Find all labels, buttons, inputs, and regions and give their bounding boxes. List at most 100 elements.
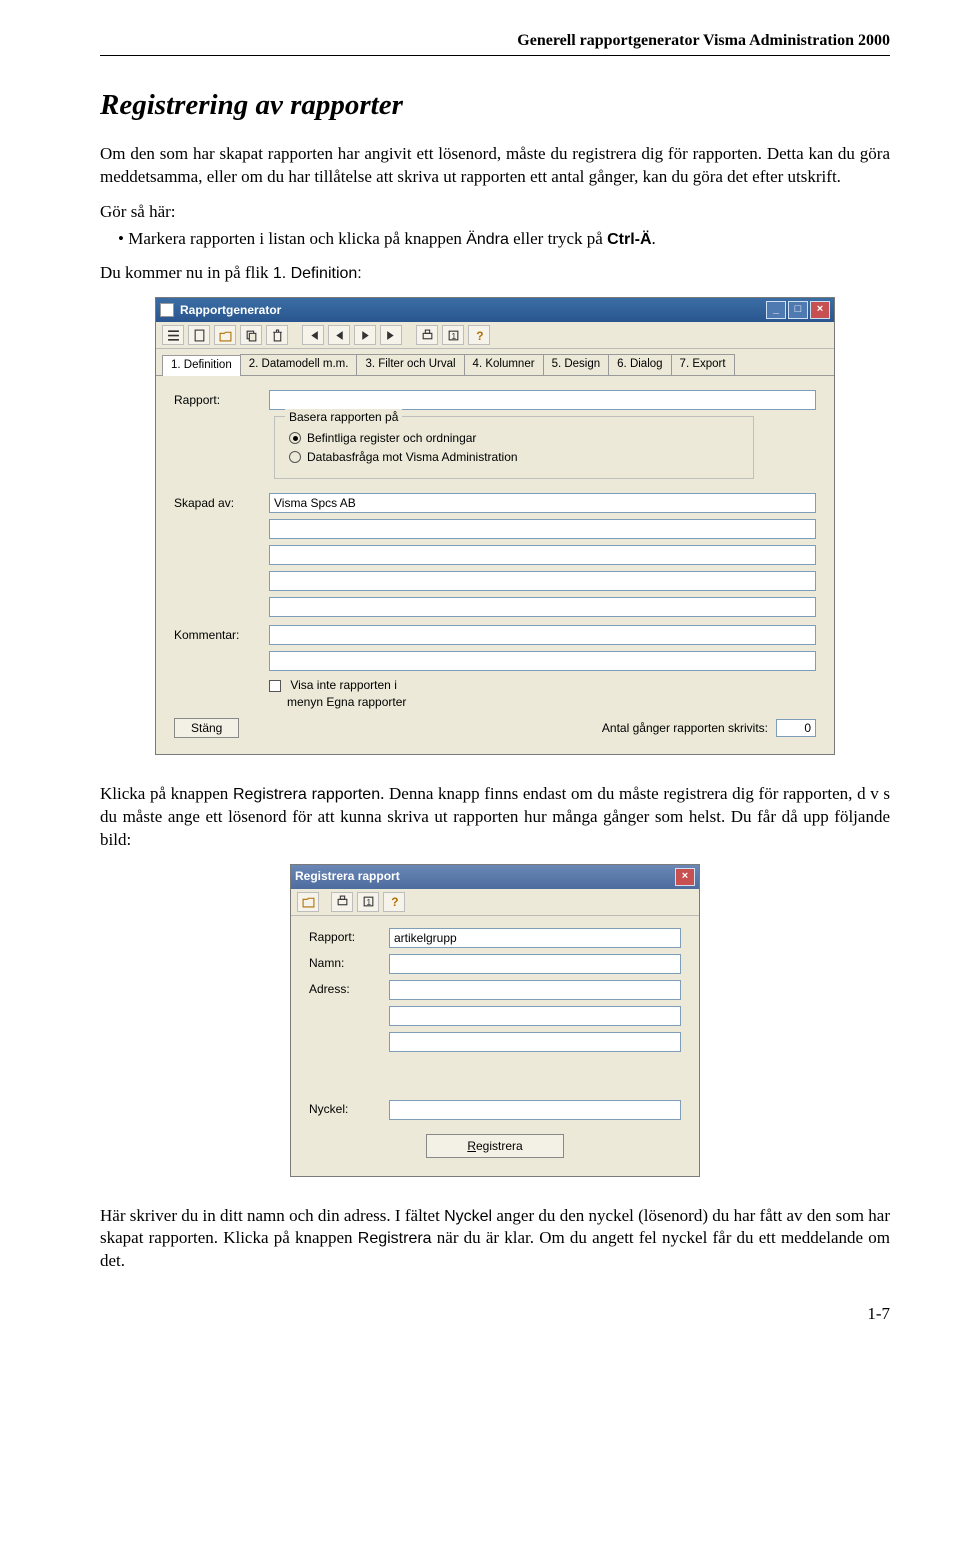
- list-icon[interactable]: [162, 325, 184, 345]
- print-icon[interactable]: [416, 325, 438, 345]
- skapad-field[interactable]: Visma Spcs AB: [269, 493, 816, 513]
- svg-text:?: ?: [476, 329, 483, 342]
- nyckel-field[interactable]: [389, 1100, 681, 1120]
- question-icon[interactable]: ?: [468, 325, 490, 345]
- adress-field-3[interactable]: [389, 1032, 681, 1052]
- gor-sa-har: Gör så här:: [100, 201, 890, 224]
- tab-name-definition: 1. Definition:: [273, 265, 362, 282]
- skapad-field-5[interactable]: [269, 597, 816, 617]
- tab-datamodell[interactable]: 2. Datamodell m.m.: [240, 354, 358, 375]
- registrera-button[interactable]: Registrera: [426, 1134, 563, 1158]
- kommentar-label: Kommentar:: [174, 627, 269, 643]
- intro-paragraph: Om den som har skapat rapporten har angi…: [100, 143, 890, 189]
- tail-a: Här skriver du in ditt namn och din adre…: [100, 1206, 444, 1225]
- skapad-field-2[interactable]: [269, 519, 816, 539]
- dukommer-pre: Du kommer nu in på flik: [100, 263, 273, 282]
- du-kommer-line: Du kommer nu in på flik 1. Definition:: [100, 262, 890, 285]
- tab-filter[interactable]: 3. Filter och Urval: [356, 354, 464, 375]
- titlebar: Rapportgenerator _ □ ×: [156, 298, 834, 322]
- kommentar-field-1[interactable]: [269, 625, 816, 645]
- ctrl-a-label: Ctrl-Ä: [607, 231, 651, 248]
- registrera-rapport-window: Registrera rapport × 1 ? Rapport: artike…: [290, 864, 700, 1177]
- svg-text:?: ?: [391, 895, 398, 908]
- radio1-label: Befintliga register och ordningar: [307, 430, 476, 446]
- basera-groupbox: Basera rapporten på Befintliga register …: [274, 416, 754, 479]
- print-icon[interactable]: [331, 892, 353, 912]
- copy-icon[interactable]: [240, 325, 262, 345]
- panel-definition: Rapport: Basera rapporten på Befintliga …: [156, 376, 834, 754]
- help-icon[interactable]: 1: [442, 325, 464, 345]
- registrera-btn-rest: egistrera: [476, 1139, 523, 1153]
- checkbox-icon: [269, 680, 281, 692]
- tab-kolumner[interactable]: 4. Kolumner: [464, 354, 544, 375]
- andra-label: Ändra: [466, 231, 509, 248]
- mid-paragraph: Klicka på knappen Registrera rapporten. …: [100, 783, 890, 852]
- close-button[interactable]: ×: [810, 301, 830, 319]
- namn-field[interactable]: [389, 954, 681, 974]
- new-icon[interactable]: [188, 325, 210, 345]
- bullet-text-post: .: [652, 229, 656, 248]
- question-icon[interactable]: ?: [383, 892, 405, 912]
- bullet-text-pre: Markera rapporten i listan och klicka på…: [128, 229, 466, 248]
- tab-definition[interactable]: 1. Definition: [162, 355, 241, 376]
- stang-button[interactable]: Stäng: [174, 718, 239, 738]
- rapport-field[interactable]: [269, 390, 816, 410]
- radio-databasfraga[interactable]: Databasfråga mot Visma Administration: [289, 449, 739, 465]
- maximize-button[interactable]: □: [788, 301, 808, 319]
- rapport-field[interactable]: artikelgrupp: [389, 928, 681, 948]
- namn-label: Namn:: [309, 955, 389, 971]
- radio-befintliga[interactable]: Befintliga register och ordningar: [289, 430, 739, 446]
- skapad-field-4[interactable]: [269, 571, 816, 591]
- app-icon: [160, 303, 174, 317]
- visa-inte-checkbox[interactable]: Visa inte rapporten i menyn Egna rapport…: [269, 677, 406, 709]
- adress-label: Adress:: [309, 981, 389, 997]
- rapport-label: Rapport:: [174, 392, 269, 408]
- svg-text:1: 1: [366, 897, 371, 907]
- page-title: Registrering av rapporter: [100, 86, 890, 125]
- skapad-field-3[interactable]: [269, 545, 816, 565]
- mid-pre: Klicka på knappen: [100, 784, 233, 803]
- tab-row: 1. Definition 2. Datamodell m.m. 3. Filt…: [156, 349, 834, 376]
- skapad-label: Skapad av:: [174, 495, 269, 511]
- radio2-label: Databasfråga mot Visma Administration: [307, 449, 518, 465]
- radio-icon: [289, 451, 301, 463]
- tab-export[interactable]: 7. Export: [671, 354, 735, 375]
- open-icon[interactable]: [297, 892, 319, 912]
- tab-dialog[interactable]: 6. Dialog: [608, 354, 671, 375]
- group-legend: Basera rapporten på: [285, 409, 402, 425]
- toolbar: 1 ?: [291, 889, 699, 916]
- window-title: Registrera rapport: [295, 868, 400, 884]
- antal-label: Antal gånger rapporten skrivits:: [602, 720, 768, 736]
- rapportgenerator-window: Rapportgenerator _ □ × 1 ? 1. Definition…: [155, 297, 835, 754]
- bullet-text-mid: eller tryck på: [509, 229, 607, 248]
- antal-field[interactable]: 0: [776, 719, 816, 737]
- open-icon[interactable]: [214, 325, 236, 345]
- bullet-item: Markera rapporten i listan och klicka på…: [118, 228, 890, 251]
- minimize-button[interactable]: _: [766, 301, 786, 319]
- toolbar: 1 ?: [156, 322, 834, 349]
- window-title: Rapportgenerator: [180, 302, 281, 318]
- prev-icon[interactable]: [328, 325, 350, 345]
- registrera-rapporten-label: Registrera rapporten: [233, 786, 380, 803]
- delete-icon[interactable]: [266, 325, 288, 345]
- checkbox-label-1: Visa inte rapporten i: [290, 678, 397, 692]
- close-button[interactable]: ×: [675, 868, 695, 886]
- registrera-word: Registrera: [358, 1230, 432, 1247]
- svg-text:1: 1: [451, 331, 456, 341]
- tab-design[interactable]: 5. Design: [543, 354, 610, 375]
- adress-field-2[interactable]: [389, 1006, 681, 1026]
- nyckel-word: Nyckel: [444, 1208, 492, 1225]
- tail-paragraph: Här skriver du in ditt namn och din adre…: [100, 1205, 890, 1274]
- rapport-label: Rapport:: [309, 929, 389, 945]
- nyckel-label: Nyckel:: [309, 1101, 389, 1117]
- last-icon[interactable]: [380, 325, 402, 345]
- radio-icon: [289, 432, 301, 444]
- titlebar: Registrera rapport ×: [291, 865, 699, 889]
- checkbox-label-2: menyn Egna rapporter: [287, 695, 406, 709]
- kommentar-field-2[interactable]: [269, 651, 816, 671]
- first-icon[interactable]: [302, 325, 324, 345]
- panel-registrera: Rapport: artikelgrupp Namn: Adress: Nyck…: [291, 916, 699, 1176]
- adress-field-1[interactable]: [389, 980, 681, 1000]
- next-icon[interactable]: [354, 325, 376, 345]
- help-icon[interactable]: 1: [357, 892, 379, 912]
